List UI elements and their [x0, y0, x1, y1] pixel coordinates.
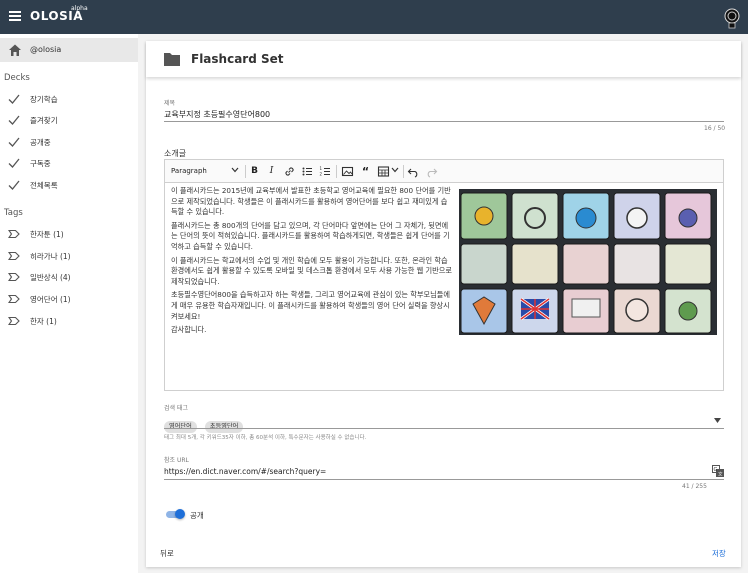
- table-icon[interactable]: [377, 165, 390, 178]
- blockquote-icon[interactable]: “: [359, 165, 372, 178]
- decks-heading: Decks: [4, 73, 30, 83]
- paragraph-select[interactable]: Paragraph: [171, 167, 207, 175]
- sidebar-item-tag[interactable]: 한자 (1): [0, 312, 138, 330]
- flashcard-grid-image[interactable]: [459, 189, 717, 335]
- toolbar-divider: [336, 165, 337, 178]
- ref-url-input[interactable]: https://en.dict.naver.com/#/search?query…: [164, 467, 326, 476]
- page-title: Flashcard Set: [191, 52, 284, 66]
- home-icon: [9, 44, 21, 56]
- sidebar: @olosia Decks 장기학습 즐겨찾기 공개중 구독중 전체목록 Tag…: [0, 34, 138, 573]
- app-bar: OLOSIA alpha: [0, 0, 748, 34]
- title-field-label: 제목: [164, 100, 176, 107]
- svg-text:G: G: [714, 467, 718, 473]
- image-icon[interactable]: [341, 165, 354, 178]
- svg-text:1: 1: [320, 166, 323, 171]
- sidebar-item-label: 히라가나 (1): [30, 252, 71, 261]
- check-icon: [8, 115, 20, 125]
- folder-icon: [164, 53, 180, 66]
- svg-text:2: 2: [320, 172, 323, 177]
- translate-icon[interactable]: G 文: [712, 465, 724, 477]
- sidebar-item-label: 전체목록: [30, 181, 58, 190]
- tags-hint: 태그 최대 5개, 각 키워드35자 이하, 총 60분석 이하, 특수문자는 …: [164, 435, 367, 441]
- sidebar-item-deck[interactable]: 장기학습: [0, 90, 138, 108]
- check-icon: [8, 137, 20, 147]
- sidebar-item-label: 한자툰 (1): [30, 230, 64, 239]
- bold-icon[interactable]: B: [248, 165, 261, 178]
- rich-text-editor: Paragraph B I 12 “ 이 플래시카드는 2015년에 교육부에서…: [164, 159, 724, 391]
- tag-chip[interactable]: 초등영단어: [204, 421, 244, 433]
- sidebar-item-label: @olosia: [30, 45, 62, 54]
- save-button[interactable]: 저장: [712, 548, 726, 559]
- label-icon: [8, 294, 20, 304]
- sidebar-item-tag[interactable]: 영어단어 (1): [0, 290, 138, 308]
- chevron-down-icon[interactable]: [391, 167, 399, 173]
- sidebar-item-tag[interactable]: 일반상식 (4): [0, 268, 138, 286]
- label-icon: [8, 251, 20, 261]
- sidebar-item-label: 구독중: [30, 159, 51, 168]
- card-header: Flashcard Set: [146, 41, 741, 77]
- user-avatar-icon[interactable]: [722, 7, 742, 29]
- label-icon: [8, 229, 20, 239]
- sidebar-item-label: 장기학습: [30, 95, 58, 104]
- search-tags-label: 검색 태그: [164, 405, 188, 412]
- ref-url-underline: [164, 479, 724, 480]
- tag-chip[interactable]: 영어단어: [164, 421, 197, 433]
- public-toggle-label: 공개: [190, 511, 204, 520]
- tag-chip-list: 영어단어 초등영단어: [164, 413, 246, 433]
- sidebar-item-label: 즐겨찾기: [30, 116, 58, 125]
- chevron-down-icon[interactable]: [231, 167, 239, 173]
- label-icon: [8, 316, 20, 326]
- italic-icon[interactable]: I: [265, 165, 278, 178]
- title-counter: 16 / 50: [704, 125, 726, 132]
- undo-icon[interactable]: [407, 165, 420, 178]
- toolbar-divider: [245, 165, 246, 178]
- redo-icon[interactable]: [425, 165, 438, 178]
- bulleted-list-icon[interactable]: [301, 165, 314, 178]
- sidebar-item-tag[interactable]: 히라가나 (1): [0, 247, 138, 265]
- editor-toolbar: Paragraph B I 12 “: [165, 160, 723, 183]
- back-button[interactable]: 뒤로: [160, 548, 174, 559]
- ref-url-counter: 41 / 255: [682, 483, 707, 490]
- editor-content[interactable]: 이 플래시카드는 2015년에 교육부에서 발표한 초등학교 영어교육에 필요한…: [171, 186, 454, 339]
- tags-dropdown-arrow-icon[interactable]: [714, 418, 721, 423]
- intro-label: 소개글: [164, 149, 187, 158]
- check-icon: [8, 180, 20, 190]
- toolbar-divider: [403, 165, 404, 178]
- editor-paragraph: 감사합니다.: [171, 325, 207, 335]
- ref-url-label: 참조 URL: [164, 457, 189, 464]
- sidebar-item-deck[interactable]: 즐겨찾기: [0, 111, 138, 129]
- public-toggle[interactable]: [164, 508, 186, 520]
- sidebar-item-deck[interactable]: 전체목록: [0, 176, 138, 194]
- sidebar-item-label: 영어단어 (1): [30, 295, 71, 304]
- sidebar-item-label: 일반상식 (4): [30, 273, 71, 282]
- label-icon: [8, 272, 20, 282]
- link-icon[interactable]: [283, 165, 296, 178]
- menu-icon[interactable]: [9, 11, 21, 21]
- sidebar-item-deck[interactable]: 구독중: [0, 154, 138, 172]
- check-icon: [8, 158, 20, 168]
- check-icon: [8, 94, 20, 104]
- brand-alpha-label: alpha: [71, 5, 88, 12]
- editor-paragraph: 이 플래시카드는 학교에서의 수업 및 개인 학습에 모두 활용이 가능합니다.…: [171, 255, 452, 286]
- title-input[interactable]: 교육부지정 초등필수영단어800: [164, 109, 270, 120]
- editor-paragraph: 이 플래시카드는 2015년에 교육부에서 발표한 초등학교 영어교육에 필요한…: [171, 186, 451, 217]
- sidebar-item-label: 한자 (1): [30, 317, 57, 326]
- tags-heading: Tags: [4, 208, 23, 218]
- sidebar-item-deck[interactable]: 공개중: [0, 133, 138, 151]
- title-input-underline: [164, 121, 724, 122]
- sidebar-item-label: 공개중: [30, 138, 51, 147]
- tags-input-underline: [164, 428, 724, 429]
- numbered-list-icon[interactable]: 12: [319, 165, 332, 178]
- editor-paragraph: 플래시카드는 총 800개의 단어를 담고 있으며, 각 단어마다 앞면에는 단…: [171, 220, 450, 251]
- toggle-thumb: [175, 509, 185, 519]
- sidebar-item-home[interactable]: @olosia: [0, 38, 138, 62]
- sidebar-item-tag[interactable]: 한자툰 (1): [0, 225, 138, 243]
- flashcard-set-form: Flashcard Set 제목 교육부지정 초등필수영단어800 16 / 5…: [146, 41, 741, 567]
- editor-paragraph: 초등필수영단어800을 습득하고자 하는 학생들, 그리고 영어교육에 관심이 …: [171, 290, 450, 321]
